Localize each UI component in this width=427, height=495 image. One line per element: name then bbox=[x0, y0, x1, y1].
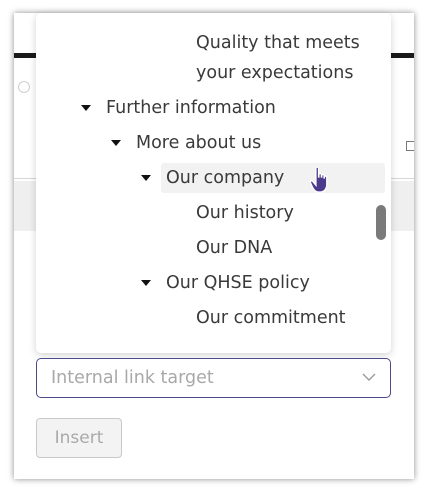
caret-down-icon[interactable] bbox=[141, 175, 151, 181]
insert-button-label: Insert bbox=[54, 428, 104, 448]
caret-down-icon[interactable] bbox=[141, 280, 151, 286]
tree-item-text: Our DNA bbox=[196, 238, 273, 258]
tree-item-our-company[interactable]: Our company bbox=[161, 163, 385, 193]
insert-button[interactable]: Insert bbox=[36, 418, 122, 458]
tree-item-text: Our commitment bbox=[196, 308, 346, 328]
tree-item-label[interactable]: your expectations bbox=[191, 58, 353, 88]
hand-pointer-icon bbox=[309, 166, 328, 193]
tree-item-text: Our company bbox=[166, 168, 285, 188]
tree-item-our-history[interactable]: Our history bbox=[191, 198, 294, 228]
tree-item-our-qhse-policy[interactable]: Our QHSE policy bbox=[161, 268, 310, 298]
tree-item-our-commitment[interactable]: Our commitment bbox=[191, 303, 346, 333]
tree-item-text: Our QHSE policy bbox=[166, 273, 310, 293]
link-target-placeholder: Internal link target bbox=[51, 368, 214, 388]
tree-scrollbar[interactable] bbox=[376, 205, 386, 240]
internal-link-target-select[interactable]: Internal link target bbox=[36, 358, 391, 398]
caret-down-icon[interactable] bbox=[111, 140, 121, 146]
tree-item-text: Quality that meets bbox=[196, 33, 360, 53]
tree-item-text: Our history bbox=[196, 203, 294, 223]
chevron-down-icon[interactable] bbox=[362, 370, 376, 384]
caret-down-icon[interactable] bbox=[81, 105, 91, 111]
tree-item-text: Further information bbox=[106, 98, 276, 118]
tree-item-text: your expectations bbox=[196, 63, 354, 83]
tree-item-text: More about us bbox=[136, 133, 262, 153]
tree-item-our-dna[interactable]: Our DNA bbox=[191, 233, 272, 263]
background-checkbox-icon bbox=[406, 141, 414, 151]
tree-item-further-information[interactable]: Further information bbox=[101, 93, 276, 123]
refresh-icon bbox=[18, 81, 30, 93]
tree-item-more-about-us[interactable]: More about us bbox=[131, 128, 261, 158]
tree-item-label[interactable]: Quality that meets bbox=[191, 28, 360, 58]
link-target-tree-dropdown[interactable]: Quality that meets your expectations Fur… bbox=[36, 13, 391, 353]
